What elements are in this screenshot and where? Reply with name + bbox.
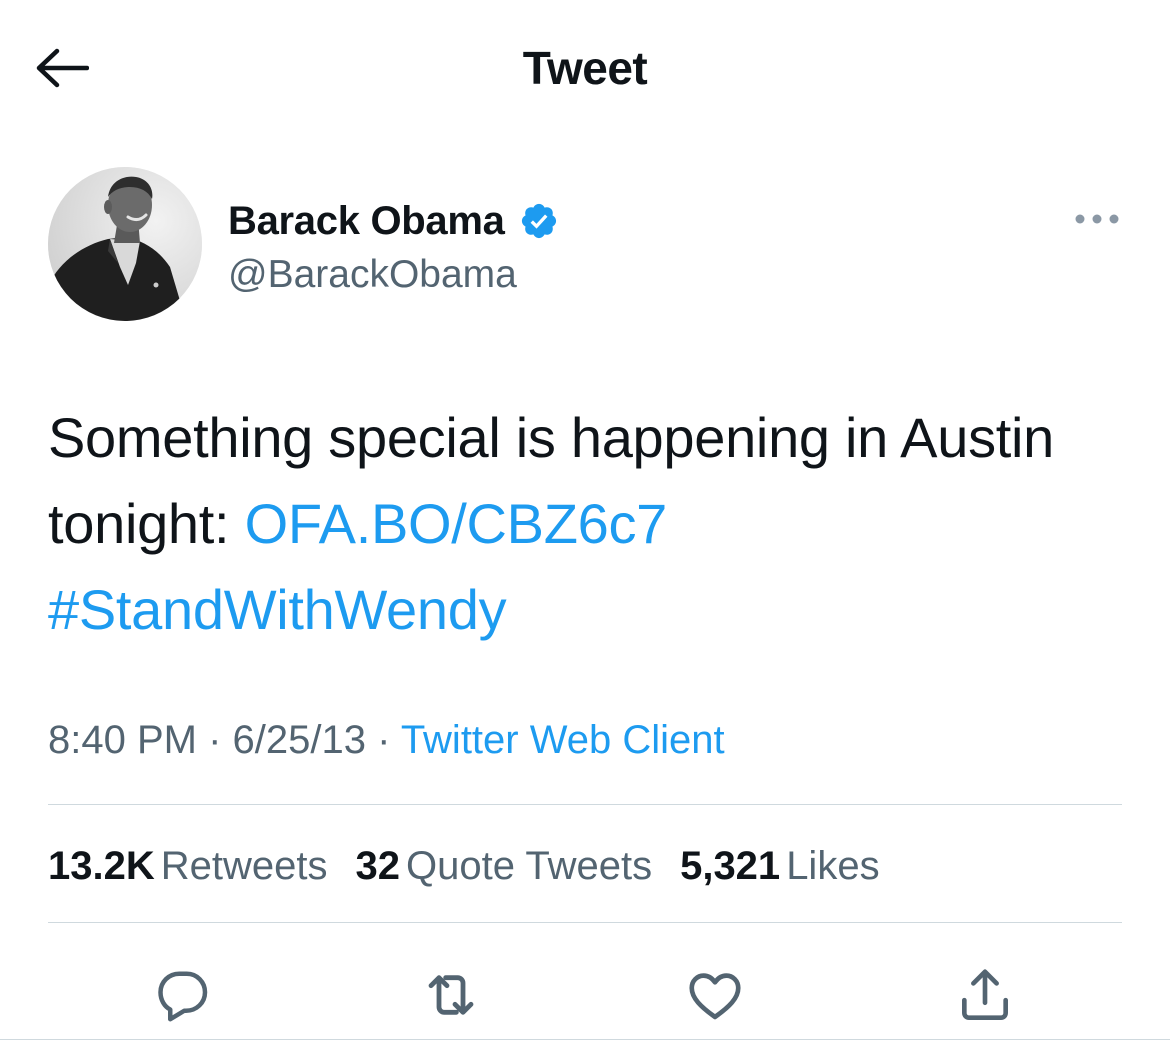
like-icon xyxy=(689,973,741,1020)
tweet-author: Barack Obama @BarackObama xyxy=(48,167,1122,325)
avatar[interactable] xyxy=(48,167,202,321)
tweet-text: Something special is happening in Austin… xyxy=(48,395,1122,653)
retweets-stat[interactable]: 13.2K Retweets xyxy=(48,838,328,894)
tweet-link[interactable]: OFA.BO/CBZ6c7 xyxy=(245,492,668,555)
retweets-label: Retweets xyxy=(160,844,328,888)
meta-separator: · xyxy=(196,718,233,762)
share-button[interactable] xyxy=(950,960,1020,1030)
likes-label: Likes xyxy=(786,844,880,888)
retweet-button[interactable] xyxy=(416,960,486,1030)
profile-photo xyxy=(48,167,202,321)
quote-tweets-label: Quote Tweets xyxy=(406,844,653,888)
more-options-button[interactable] xyxy=(1072,207,1122,231)
retweets-count: 13.2K xyxy=(48,844,155,888)
page-title: Tweet xyxy=(522,42,648,94)
divider xyxy=(0,1039,1170,1040)
tweet-date[interactable]: 6/25/13 xyxy=(233,718,366,762)
display-name: Barack Obama xyxy=(228,199,505,243)
tweet-stats: 13.2K Retweets 32 Quote Tweets 5,321 Likes xyxy=(48,838,908,894)
reply-icon xyxy=(158,971,208,1022)
divider xyxy=(48,922,1122,923)
tweet-meta: 8:40 PM · 6/25/13 · Twitter Web Client xyxy=(48,714,725,766)
reply-button[interactable] xyxy=(148,960,218,1030)
tweet-actions xyxy=(0,950,1170,1040)
meta-separator: · xyxy=(365,718,401,762)
share-icon xyxy=(962,969,1008,1021)
tweet-time[interactable]: 8:40 PM xyxy=(48,718,197,762)
author-name-line[interactable]: Barack Obama xyxy=(228,197,559,245)
quote-tweets-count: 32 xyxy=(355,844,401,888)
retweet-icon xyxy=(428,975,474,1015)
verified-badge-icon xyxy=(521,203,556,239)
tweet-hashtag[interactable]: #StandWithWendy xyxy=(48,578,507,641)
top-bar: Tweet xyxy=(0,0,1170,135)
divider xyxy=(48,804,1122,805)
more-horizontal-icon xyxy=(1075,214,1119,224)
like-button[interactable] xyxy=(680,960,750,1030)
likes-stat[interactable]: 5,321 Likes xyxy=(680,838,880,894)
likes-count: 5,321 xyxy=(680,844,781,888)
author-handle[interactable]: @BarackObama xyxy=(228,251,517,299)
tweet-source[interactable]: Twitter Web Client xyxy=(401,718,725,762)
quote-tweets-stat[interactable]: 32 Quote Tweets xyxy=(356,838,653,894)
